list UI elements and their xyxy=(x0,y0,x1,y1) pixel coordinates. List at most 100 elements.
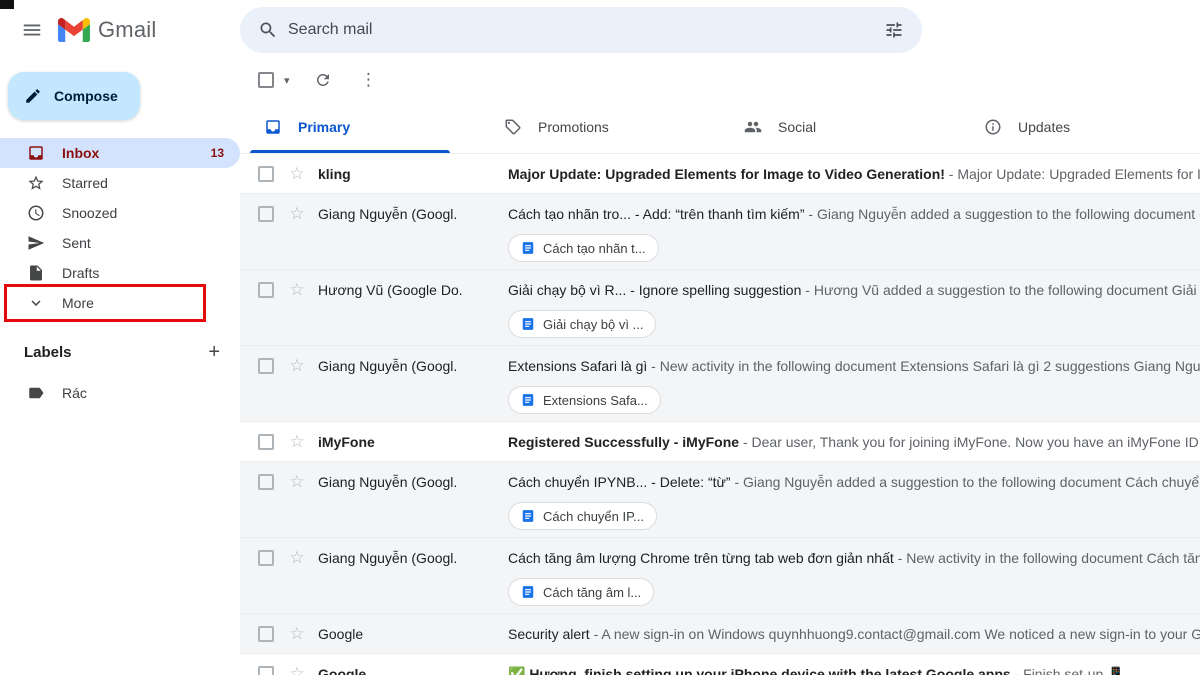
sidebar-item-drafts[interactable]: Drafts xyxy=(0,258,240,288)
gmail-logo-icon xyxy=(58,18,90,42)
email-snippet: Major Update: Upgraded Elements for Imag xyxy=(957,166,1200,182)
email-content: Major Update: Upgraded Elements for Imag… xyxy=(508,154,1200,194)
star-icon[interactable]: ☆ xyxy=(288,154,306,194)
gmail-logo-text: Gmail xyxy=(98,17,156,43)
main-panel: ▾ ⋮ Primary Promotions xyxy=(240,60,1200,675)
subject-snippet-separator: - xyxy=(894,550,906,566)
email-row[interactable]: ☆ Hương Vũ (Google Do. Giải chạy bộ vì R… xyxy=(240,270,1200,346)
tab-social[interactable]: Social xyxy=(720,100,960,153)
select-dropdown-icon[interactable]: ▾ xyxy=(280,74,294,87)
email-checkbox[interactable] xyxy=(258,474,274,490)
email-content: Cách tạo nhãn tro... - Add: “trên thanh … xyxy=(508,194,1200,262)
email-row[interactable]: ☆ Giang Nguyễn (Googl. Extensions Safari… xyxy=(240,346,1200,422)
tab-updates[interactable]: Updates xyxy=(960,100,1200,153)
attachment-chip[interactable]: Extensions Safa... xyxy=(508,386,661,414)
email-summary-line: Cách chuyển IPYNB... - Delete: “từ” - Gi… xyxy=(508,462,1200,502)
gmail-logo: Gmail xyxy=(58,17,156,43)
attachment-chip-label: Cách tăng âm l... xyxy=(543,585,641,600)
search-icon[interactable] xyxy=(248,10,288,50)
tab-primary[interactable]: Primary xyxy=(240,100,480,153)
sidebar-item-starred[interactable]: Starred xyxy=(0,168,240,198)
email-sender: Google xyxy=(318,614,496,654)
search-input[interactable] xyxy=(288,21,874,39)
star-icon[interactable]: ☆ xyxy=(288,614,306,654)
email-row[interactable]: ☆ Google ✅ Hương, finish setting up your… xyxy=(240,654,1200,675)
subject-snippet-separator: - xyxy=(804,206,816,222)
google-docs-icon xyxy=(521,241,535,255)
labels-header: Labels + xyxy=(0,340,240,364)
sidebar-item-more[interactable]: More xyxy=(0,288,240,318)
email-subject: Major Update: Upgraded Elements for Imag… xyxy=(508,166,945,182)
attachment-chip-label: Extensions Safa... xyxy=(543,393,648,408)
email-snippet: Finish set-up 📱 xyxy=(1023,666,1124,675)
attachment-chip[interactable]: Cách tạo nhãn t... xyxy=(508,234,659,262)
star-icon[interactable]: ☆ xyxy=(288,270,306,310)
search-bar[interactable] xyxy=(240,7,922,53)
search-options-icon[interactable] xyxy=(874,10,914,50)
email-row[interactable]: ☆ iMyFone Registered Successfully - iMyF… xyxy=(240,422,1200,462)
email-checkbox[interactable] xyxy=(258,434,274,450)
draft-file-icon xyxy=(26,264,46,282)
refresh-button[interactable] xyxy=(306,63,340,97)
email-list: ☆ kling Major Update: Upgraded Elements … xyxy=(240,154,1200,675)
email-subject: ✅ Hương, finish setting up your iPhone d… xyxy=(508,666,1011,675)
star-icon[interactable]: ☆ xyxy=(288,346,306,386)
compose-button[interactable]: Compose xyxy=(8,72,140,120)
chevron-down-icon xyxy=(26,294,46,312)
create-label-button[interactable]: + xyxy=(208,342,220,362)
star-icon[interactable]: ☆ xyxy=(288,194,306,234)
sidebar-item-snoozed[interactable]: Snoozed xyxy=(0,198,240,228)
send-icon xyxy=(26,234,46,252)
main-menu-button[interactable] xyxy=(12,10,52,50)
email-summary-line: Extensions Safari là gì - New activity i… xyxy=(508,346,1200,386)
star-icon[interactable]: ☆ xyxy=(288,422,306,462)
email-snippet: Giang Nguyễn added a suggestion to the f… xyxy=(743,474,1200,490)
star-icon[interactable]: ☆ xyxy=(288,654,306,675)
email-checkbox[interactable] xyxy=(258,282,274,298)
email-sender: Giang Nguyễn (Googl. xyxy=(318,194,496,234)
attachment-chip-label: Cách chuyển IP... xyxy=(543,509,644,524)
attachment-chip[interactable]: Cách chuyển IP... xyxy=(508,502,657,530)
star-icon[interactable]: ☆ xyxy=(288,462,306,502)
attachment-chip[interactable]: Cách tăng âm l... xyxy=(508,578,654,606)
email-subject: Security alert xyxy=(508,626,590,642)
email-checkbox[interactable] xyxy=(258,166,274,182)
sidebar-label-rac[interactable]: Rác xyxy=(0,378,240,408)
email-checkbox[interactable] xyxy=(258,626,274,642)
more-options-button[interactable]: ⋮ xyxy=(352,63,386,97)
sidebar-nav: Inbox 13 Starred Snoozed Sent xyxy=(0,138,240,318)
email-summary-line: ✅ Hương, finish setting up your iPhone d… xyxy=(508,654,1200,675)
hamburger-icon xyxy=(21,19,43,41)
email-checkbox[interactable] xyxy=(258,358,274,374)
star-outline-icon xyxy=(26,174,46,192)
email-row[interactable]: ☆ Giang Nguyễn (Googl. Cách tăng âm lượn… xyxy=(240,538,1200,614)
select-all-checkbox[interactable] xyxy=(258,72,274,88)
subject-snippet-separator: - xyxy=(801,282,813,298)
primary-tab-icon xyxy=(264,118,282,136)
email-row[interactable]: ☆ Giang Nguyễn (Googl. Cách chuyển IPYNB… xyxy=(240,462,1200,538)
email-snippet: New activity in the following document E… xyxy=(660,358,1200,374)
sidebar-item-label: More xyxy=(62,295,94,311)
google-docs-icon xyxy=(521,585,535,599)
email-snippet: New activity in the following document C… xyxy=(906,550,1200,566)
sidebar-item-sent[interactable]: Sent xyxy=(0,228,240,258)
labels-title: Labels xyxy=(24,344,72,361)
subject-snippet-separator: - xyxy=(739,434,751,450)
email-row[interactable]: ☆ Giang Nguyễn (Googl. Cách tạo nhãn tro… xyxy=(240,194,1200,270)
email-checkbox[interactable] xyxy=(258,666,274,675)
email-snippet: Dear user, Thank you for joining iMyFone… xyxy=(752,434,1200,450)
tab-promotions[interactable]: Promotions xyxy=(480,100,720,153)
google-docs-icon xyxy=(521,509,535,523)
subject-snippet-separator: - xyxy=(590,626,602,642)
attachment-chip[interactable]: Giải chạy bộ vì ... xyxy=(508,310,656,338)
email-checkbox[interactable] xyxy=(258,550,274,566)
email-sender: kling xyxy=(318,154,496,194)
email-row[interactable]: ☆ kling Major Update: Upgraded Elements … xyxy=(240,154,1200,194)
sidebar-item-inbox[interactable]: Inbox 13 xyxy=(0,138,240,168)
tab-label: Primary xyxy=(298,119,350,135)
email-snippet: Hương Vũ added a suggestion to the follo… xyxy=(814,282,1200,298)
email-snippet: A new sign-in on Windows quynhhuong9.con… xyxy=(601,626,1200,642)
star-icon[interactable]: ☆ xyxy=(288,538,306,578)
email-checkbox[interactable] xyxy=(258,206,274,222)
email-row[interactable]: ☆ Google Security alert - A new sign-in … xyxy=(240,614,1200,654)
